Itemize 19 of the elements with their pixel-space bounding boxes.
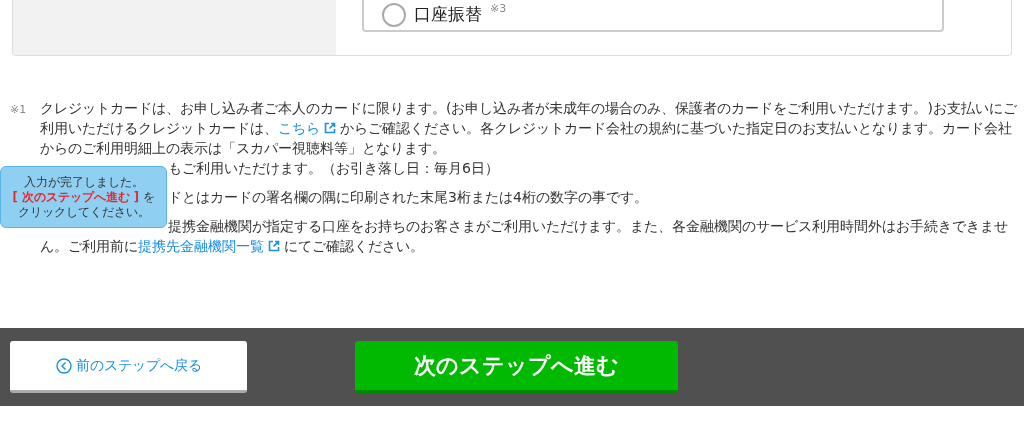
note-text: クレジットカードは、お申し込み者ご本人のカードに限ります。(お申し込み者が未成年の場合のみ、保護者のカードをご利用いただけます。)お支払いにご利用いただけるクレジットカードは、こちら からご確認ください。各クレジットカード会社の規約に基づいた指定日のお支払いとなります。カード会社からのご利用明細上の表示は「スカパー視聴料等」となります。 — [40, 100, 1017, 156]
note-mark: ※1 — [10, 103, 27, 116]
next-button[interactable]: 次のステップへ進む — [355, 341, 678, 393]
tooltip-text: クリックしてください。 — [17, 204, 150, 220]
note-link[interactable]: 提携先金融機関一覧 — [138, 238, 284, 254]
note-reference: ※3 — [490, 1, 507, 17]
tooltip-text: [ 次のステップへ進む ] を — [12, 189, 155, 205]
radio-button[interactable] — [382, 3, 406, 27]
external-link-icon — [324, 122, 336, 134]
option-label: 口座振替 — [414, 3, 482, 27]
note-link[interactable]: こちら — [278, 120, 340, 136]
external-link-icon — [268, 240, 280, 252]
back-button[interactable]: 前のステップへ戻る — [10, 341, 247, 393]
chevron-left-circle-icon — [55, 357, 72, 374]
note-text: ドとはカードの署名欄の隅に印刷された末尾3桁または4桁の数字の事です。 — [168, 189, 648, 205]
payment-option[interactable]: 口座振替 ※3 — [362, 0, 944, 32]
note-text: もご利用いただけます。（お引き落し日：毎月6日） — [168, 160, 499, 176]
note-text: 提携金融機関が指定する口座をお持ちのお客さまがご利用いただけます。また、各金融機関のサービス利用時間外はお手続きできません。ご利用前に提携先金融機関一覧 にてご確認ください。 — [40, 218, 1008, 254]
tooltip-text: 入力が完了しました。 — [23, 174, 144, 190]
